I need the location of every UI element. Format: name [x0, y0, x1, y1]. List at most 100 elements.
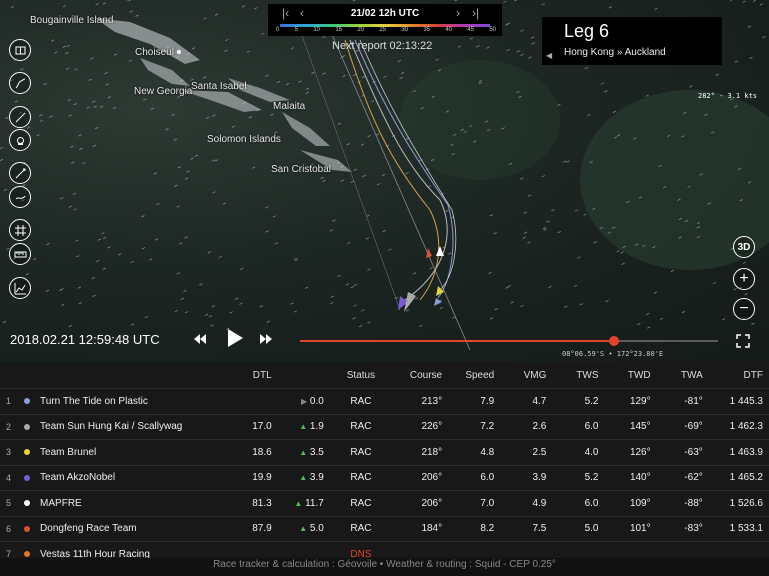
- team-name: Turn The Tide on Plastic: [40, 395, 148, 407]
- ruler-icon: [14, 251, 26, 257]
- trend-icon: ▲: [294, 498, 303, 508]
- team-cell[interactable]: Team Sun Hung Kai / Scallywag: [18, 414, 216, 440]
- twa-value: -83°: [684, 523, 703, 535]
- table-row[interactable]: 2 Team Sun Hung Kai / Scallywag 17.0 ▲ 1.9 R…: [0, 414, 769, 440]
- team-cell[interactable]: Turn The Tide on Plastic: [18, 389, 216, 415]
- place-label: Choiseul: [135, 47, 181, 58]
- team-cell[interactable]: Team Brunel: [18, 440, 216, 466]
- dtl-value: 87.9: [252, 523, 272, 535]
- gain-value: 0.0: [309, 395, 324, 407]
- twd-value: 109°: [629, 497, 651, 509]
- course-value: 206°: [421, 472, 443, 484]
- course-value: 226°: [421, 421, 443, 433]
- team-cell[interactable]: Team AkzoNobel: [18, 465, 216, 491]
- fullscreen-icon[interactable]: [736, 334, 750, 348]
- twa-value: -63°: [684, 446, 703, 458]
- course-value: 184°: [421, 523, 443, 535]
- twd-value: 129°: [629, 395, 651, 407]
- twd-value: 126°: [629, 446, 651, 458]
- vmg-value: 4.7: [532, 395, 547, 407]
- next-report-icon[interactable]: ›: [456, 6, 460, 20]
- rewind-button[interactable]: [193, 333, 207, 345]
- table-header: DTL Status Course Speed VMG TWS TWD TWA …: [0, 362, 769, 389]
- current-icon: [15, 195, 25, 199]
- gain-value: 5.0: [309, 523, 324, 535]
- rank: 2: [6, 421, 12, 432]
- dtl-value: 19.9: [252, 472, 272, 484]
- report-timestamp: 21/02 12h UTC: [350, 8, 420, 19]
- dtf-value: 1 526.6: [729, 497, 763, 509]
- speed-value: 8.2: [480, 523, 495, 535]
- column-header[interactable]: Status: [330, 362, 392, 389]
- column-header[interactable]: DTF: [709, 362, 769, 389]
- rank: 5: [6, 498, 12, 509]
- weather-layer-button[interactable]: [9, 129, 31, 151]
- table-row[interactable]: 6 Dongfeng Race Team 87.9 ▲ 5.0 RAC 184° 8.2 7.…: [0, 516, 769, 542]
- team-name: MAPFRE: [40, 497, 82, 509]
- boat-dongfeng: [426, 248, 432, 258]
- grid-layer-button[interactable]: [9, 219, 31, 241]
- zoom-in-button[interactable]: +: [733, 268, 755, 290]
- tracks-icon: [15, 78, 25, 88]
- 3d-view-button[interactable]: 3D: [733, 236, 755, 258]
- place-label: Bougainville Island: [30, 15, 114, 26]
- team-cell[interactable]: MAPFRE: [18, 491, 216, 517]
- column-header[interactable]: TWA: [657, 362, 709, 389]
- team-cell[interactable]: Dongfeng Race Team: [18, 516, 216, 542]
- wind-layer-button[interactable]: [9, 162, 31, 184]
- gain-cell: ▲ 3.5: [278, 440, 330, 466]
- gain-cell: ▶ 0.0: [278, 389, 330, 415]
- timeline-handle[interactable]: [608, 336, 619, 346]
- team-name: Dongfeng Race Team: [40, 523, 137, 535]
- speed-value: 6.0: [480, 472, 495, 484]
- team-color-dot: [24, 500, 31, 507]
- table-row[interactable]: 3 Team Brunel 18.6 ▲ 3.5 RAC 218° 4.8 2.5 4.0 126…: [0, 439, 769, 466]
- dtf-value: 1 465.2: [729, 472, 763, 484]
- table-row[interactable]: 5 MAPFRE 81.3 ▲ 11.7 RAC 206° 7.0 4.9 6.0 109° -88…: [0, 490, 769, 517]
- playback-timeline[interactable]: [300, 336, 718, 346]
- zoom-out-button[interactable]: −: [733, 298, 755, 320]
- weather-icon: [16, 136, 24, 145]
- speed-value: 7.9: [480, 395, 495, 407]
- trend-icon: ▲: [299, 524, 308, 534]
- fast-forward-button[interactable]: [259, 333, 273, 345]
- tws-value: 5.2: [584, 472, 599, 484]
- dtl-value: [216, 389, 278, 415]
- course-value: 213°: [421, 395, 443, 407]
- column-header[interactable]: Speed: [448, 362, 500, 389]
- stats-button[interactable]: [9, 277, 31, 299]
- ruler-button[interactable]: [9, 243, 31, 265]
- cursor-coordinates: 08°06.59'S • 172°23.80'E: [562, 350, 664, 358]
- status-value: RAC: [350, 446, 372, 458]
- vmg-value: 3.9: [532, 472, 547, 484]
- table-row[interactable]: 4 Team AkzoNobel 19.9 ▲ 3.9 RAC 206° 6.0 3.9 5.2…: [0, 465, 769, 491]
- tws-value: 5.0: [584, 523, 599, 535]
- last-report-icon[interactable]: ›|: [472, 6, 479, 20]
- boats-icon: [15, 46, 25, 54]
- column-header[interactable]: VMG: [500, 362, 552, 389]
- leaderboard-table: DTL Status Course Speed VMG TWS TWD TWA …: [0, 362, 769, 567]
- status-value: RAC: [350, 421, 372, 433]
- tws-value: 6.0: [584, 421, 599, 433]
- column-header[interactable]: TWS: [552, 362, 604, 389]
- footer-credits: Race tracker & calculation : Géovoile • …: [0, 558, 769, 576]
- dtl-value: 17.0: [252, 421, 272, 433]
- column-header[interactable]: TWD: [605, 362, 657, 389]
- table-row[interactable]: 1 Turn The Tide on Plastic ▶ 0.0 RAC 213° 7.9…: [0, 388, 769, 415]
- play-button[interactable]: [226, 328, 244, 348]
- collapse-arrow-icon[interactable]: ◀: [546, 51, 552, 60]
- gain-value: 1.9: [309, 421, 324, 433]
- column-header[interactable]: Course: [392, 362, 448, 389]
- tracks-layer-button[interactable]: [9, 72, 31, 94]
- vmg-value: 7.5: [532, 523, 547, 535]
- boats-layer-button[interactable]: [9, 39, 31, 61]
- place-label: New Georgia: [134, 86, 193, 97]
- column-header[interactable]: DTL: [216, 362, 278, 389]
- playback-datetime: 2018.02.21 12:59:48 UTC: [10, 332, 160, 347]
- status-value: RAC: [350, 523, 372, 535]
- dtl-value: 18.6: [252, 446, 272, 458]
- route-layer-button[interactable]: [9, 106, 31, 128]
- race-map[interactable]: Bougainville Island Choiseul New Georgia…: [0, 0, 769, 362]
- rank: 6: [6, 523, 12, 534]
- current-layer-button[interactable]: [9, 186, 31, 208]
